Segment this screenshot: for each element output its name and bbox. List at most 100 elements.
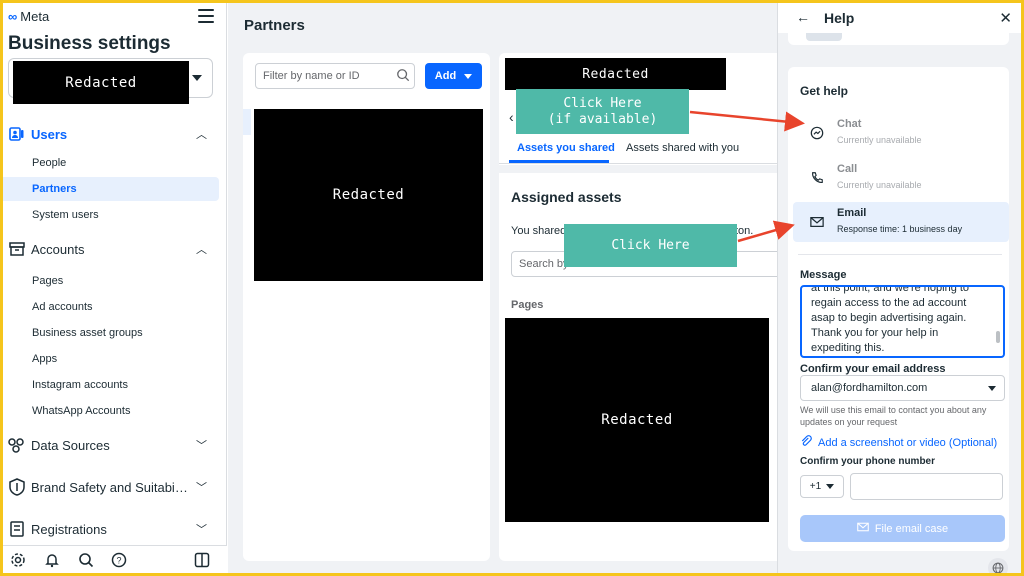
email-help-text: We will use this email to contact you ab… [800, 405, 987, 427]
message-text: at this point, and we're hoping to regai… [811, 285, 970, 354]
users-icon [8, 125, 26, 143]
chevron-down-icon [192, 75, 202, 81]
paperclip-icon [800, 435, 812, 450]
meta-logo-icon: ∞ [8, 9, 18, 24]
option-name: Chat [837, 118, 862, 130]
business-account-selector[interactable]: Redacted [8, 58, 213, 104]
email-select[interactable]: alan@fordhamilton.com [800, 375, 1005, 401]
redacted-partner-name: Redacted [505, 58, 726, 90]
sidebar: ∞ Meta Business settings Redacted Users … [3, 3, 227, 573]
help-icon[interactable]: ? [110, 551, 128, 569]
screenshot-frame: ∞ Meta Business settings Redacted Users … [3, 3, 1021, 573]
nav-section-brand-safety[interactable]: Brand Safety and Suitabi… ﹀ [3, 473, 227, 501]
phone-icon [809, 170, 825, 186]
sidebar-item-instagram-accounts[interactable]: Instagram accounts [3, 373, 219, 397]
search-icon [396, 68, 412, 84]
nav-section-data-sources[interactable]: Data Sources ﹀ [3, 431, 227, 459]
bell-icon[interactable] [43, 551, 61, 569]
nav-section-label: Data Sources [31, 437, 110, 453]
sidebar-item-business-asset-groups[interactable]: Business asset groups [3, 321, 219, 345]
data-sources-icon [8, 436, 26, 454]
callout-email-label: Click Here [611, 237, 690, 253]
shared-description-start: You shared [511, 225, 567, 237]
sidebar-item-system-users[interactable]: System users [3, 203, 219, 227]
sidebar-item-pages[interactable]: Pages [3, 269, 219, 293]
active-tab-underline [509, 160, 609, 163]
assigned-assets-title: Assigned assets [511, 189, 622, 205]
add-button[interactable]: Add [425, 63, 482, 89]
envelope-icon [857, 522, 869, 535]
shield-icon [8, 478, 26, 496]
add-button-label: Add [434, 70, 457, 82]
menu-icon[interactable] [198, 9, 214, 23]
help-option-email[interactable]: Email Response time: 1 business day [793, 202, 1009, 242]
caret-down-icon [988, 386, 996, 391]
email-value: alan@fordhamilton.com [811, 382, 928, 394]
sidebar-item-partners[interactable]: Partners [3, 177, 219, 201]
gear-icon[interactable] [9, 551, 27, 569]
close-icon[interactable]: ✕ [999, 9, 1012, 27]
sidebar-footer: ? [3, 545, 227, 573]
section-title: Partners [244, 17, 305, 34]
meta-logo-text: Meta [20, 9, 50, 24]
option-status: Currently unavailable [837, 135, 922, 145]
nav-section-label: Accounts [31, 241, 85, 257]
tab-assets-you-shared[interactable]: Assets you shared [517, 142, 615, 154]
callout-email: Click Here [564, 224, 737, 267]
nav-section-label: Brand Safety and Suitabi… [31, 479, 188, 495]
redacted-partner-list: Redacted [254, 109, 483, 281]
attach-label: Add a screenshot or video (Optional) [818, 436, 998, 449]
filter-input[interactable] [255, 63, 415, 89]
caret-down-icon [464, 73, 473, 79]
textarea-scrollbar[interactable] [996, 331, 1000, 343]
phone-number-input[interactable] [850, 473, 1003, 500]
add-screenshot-link[interactable]: Add a screenshot or video (Optional) [800, 435, 997, 450]
phone-label: Confirm your phone number [800, 456, 935, 467]
chevron-down-icon: ﹀ [196, 524, 207, 536]
nav-section-accounts[interactable]: Accounts ︿ [3, 235, 227, 263]
chevron-down-icon: ﹀ [196, 482, 207, 494]
option-status: Currently unavailable [837, 180, 922, 190]
messenger-icon [809, 125, 825, 141]
envelope-icon [809, 214, 825, 230]
chevron-up-icon: ︿ [196, 244, 207, 256]
tab-assets-shared-with-you[interactable]: Assets shared with you [626, 142, 739, 154]
registrations-icon [8, 520, 26, 538]
globe-icon[interactable] [988, 558, 1008, 573]
callout-chat-line2: (if available) [547, 111, 658, 127]
option-name: Email [837, 207, 867, 219]
sidebar-item-ad-accounts[interactable]: Ad accounts [3, 295, 219, 319]
back-arrow-icon[interactable]: ‹ [509, 109, 514, 125]
sidebar-item-whatsapp-accounts[interactable]: WhatsApp Accounts [3, 399, 219, 423]
nav-section-registrations[interactable]: Registrations ﹀ [3, 515, 227, 543]
search-icon[interactable] [77, 551, 95, 569]
option-status: Response time: 1 business day [837, 224, 963, 234]
section-divider [499, 165, 789, 173]
pages-label: Pages [511, 299, 544, 311]
caret-down-icon [826, 484, 835, 489]
message-textarea[interactable]: at this point, and we're hoping to regai… [800, 285, 1005, 358]
svg-text:?: ? [116, 556, 121, 566]
country-code-value: +1 [809, 481, 822, 492]
get-help-card: Get help Chat Currently unavailable Call… [788, 67, 1009, 551]
country-code-select[interactable]: +1 [800, 475, 844, 498]
meta-brand[interactable]: ∞ Meta [8, 9, 49, 24]
help-panel: ← Help ✕ Get help Chat Currently unavail… [777, 3, 1021, 573]
sidebar-item-apps[interactable]: Apps [3, 347, 219, 371]
help-header: ← Help ✕ [778, 3, 1021, 33]
help-title: Help [824, 10, 855, 26]
option-name: Call [837, 163, 858, 175]
nav-section-users[interactable]: Users ︿ [3, 120, 227, 148]
nav-section-label: Registrations [31, 521, 107, 537]
redacted-pages-list: Redacted [505, 318, 769, 522]
panel-toggle-icon[interactable] [193, 551, 211, 569]
back-arrow-icon[interactable]: ← [796, 9, 810, 25]
help-option-chat[interactable]: Chat Currently unavailable [793, 113, 1009, 153]
file-email-case-button[interactable]: File email case [800, 515, 1005, 542]
sidebar-item-people[interactable]: People [3, 151, 219, 175]
email-label: Confirm your email address [800, 363, 946, 375]
callout-chat: Click Here (if available) [516, 89, 689, 134]
selected-row-indicator [243, 109, 251, 135]
accounts-icon [8, 240, 26, 258]
help-option-call[interactable]: Call Currently unavailable [793, 158, 1009, 198]
